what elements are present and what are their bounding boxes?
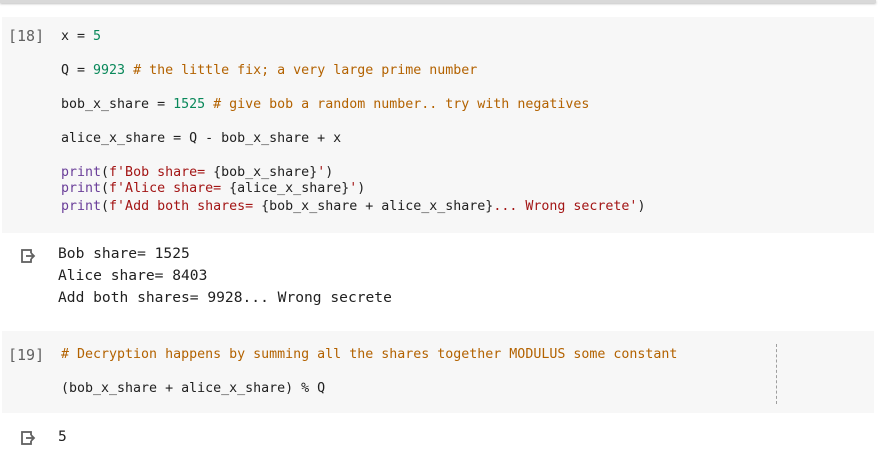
- code-token: alice_x_share = Q - bob_x_share + x: [61, 131, 342, 146]
- code-token: {bob_x_share}: [213, 165, 318, 180]
- code-token: ): [637, 199, 646, 214]
- code-token: (: [101, 165, 110, 180]
- code-line[interactable]: print(f'Alice share= {alice_x_share}'): [61, 181, 365, 197]
- cell-execution-count[interactable]: [19]: [8, 346, 44, 364]
- output-redirect-icon[interactable]: [19, 247, 37, 265]
- code-token: {alice_x_share}: [229, 181, 350, 196]
- output-line: 5: [58, 428, 67, 445]
- code-token: Q =: [61, 63, 94, 78]
- code-token: bob_x_share =: [61, 97, 174, 112]
- code-token: (: [101, 181, 110, 196]
- output-line: Add both shares= 9928... Wrong secrete: [58, 289, 392, 306]
- code-token: (bob_x_share + alice_x_share) % Q: [61, 381, 326, 396]
- code-token: ... Wrong secrete': [493, 199, 638, 214]
- output-redirect-icon[interactable]: [19, 429, 37, 447]
- code-line[interactable]: print(f'Add both shares= {bob_x_share + …: [61, 199, 645, 215]
- code-token: # give bob a random number.. try with ne…: [205, 97, 590, 112]
- code-token: (: [101, 199, 110, 214]
- code-line[interactable]: alice_x_share = Q - bob_x_share + x: [61, 131, 341, 147]
- code-token: ): [357, 181, 366, 196]
- code-token: f'Bob share=: [109, 165, 214, 180]
- code-token: ): [325, 165, 334, 180]
- output-line: Bob share= 1525: [58, 245, 190, 262]
- code-line[interactable]: print(f'Bob share= {bob_x_share}'): [61, 165, 333, 181]
- code-line[interactable]: # Decryption happens by summing all the …: [61, 347, 677, 363]
- code-token: f'Alice share=: [109, 181, 230, 196]
- code-line[interactable]: x = 5: [61, 29, 101, 45]
- code-cell-19[interactable]: [2, 331, 874, 413]
- code-token: f'Add both shares=: [109, 199, 262, 214]
- notebook-top-divider: [0, 0, 876, 3]
- cell-execution-count[interactable]: [18]: [8, 27, 44, 45]
- code-token: # the little fix; a very large prime num…: [125, 63, 478, 78]
- code-token: 9923: [93, 63, 126, 78]
- code-token: print: [61, 165, 102, 180]
- code-line[interactable]: (bob_x_share + alice_x_share) % Q: [61, 381, 325, 397]
- code-line[interactable]: Q = 9923 # the little fix; a very large …: [61, 63, 477, 79]
- code-token: x =: [61, 29, 94, 44]
- code-token: print: [61, 181, 102, 196]
- code-token: print: [61, 199, 102, 214]
- output-line: Alice share= 8403: [58, 267, 208, 284]
- code-token: # Decryption happens by summing all the …: [61, 347, 678, 362]
- code-line[interactable]: bob_x_share = 1525 # give bob a random n…: [61, 97, 589, 113]
- code-token: 1525: [173, 97, 206, 112]
- code-token: 5: [93, 29, 102, 44]
- ruler-guide: [776, 344, 777, 404]
- code-token: {bob_x_share + alice_x_share}: [261, 199, 494, 214]
